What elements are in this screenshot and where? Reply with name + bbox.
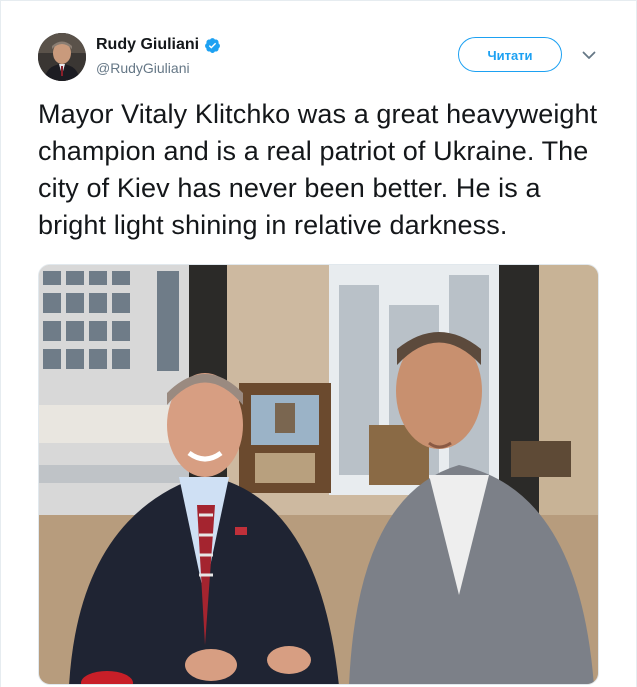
follow-button[interactable]: Читати [458,37,562,72]
verified-badge-icon [205,37,221,53]
divider [1,0,637,1]
photo-image [39,265,598,684]
tweet-text: Mayor Vitaly Klitchko was a great heavyw… [38,99,598,240]
tweet-photo[interactable] [38,264,599,685]
avatar[interactable] [38,33,86,81]
tweet-card: Rudy Giuliani @RudyGiuliani Читати Mayor… [0,0,637,687]
author-handle[interactable]: @RudyGiuliani [96,60,190,76]
chevron-down-icon[interactable] [581,47,597,63]
author-name-row: Rudy Giuliani [96,36,221,54]
author-display-name[interactable]: Rudy Giuliani [96,36,199,54]
avatar-image [38,33,86,81]
